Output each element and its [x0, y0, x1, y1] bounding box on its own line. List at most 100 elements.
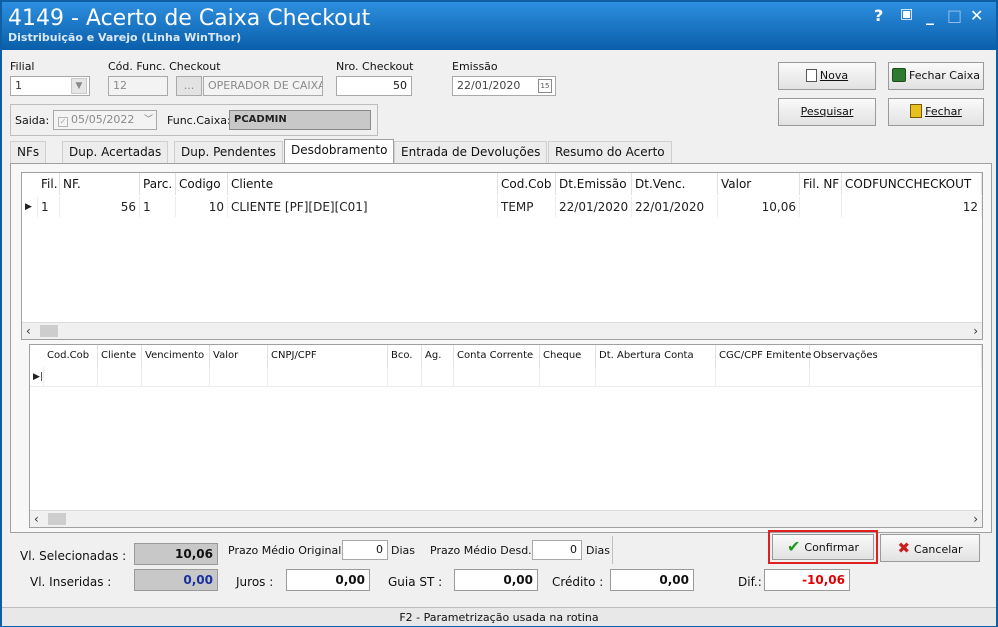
column-header[interactable]: Fil. — [38, 173, 60, 195]
table-cell[interactable] — [596, 367, 716, 387]
fechar-caixa-button[interactable]: Fechar Caixa — [888, 62, 984, 90]
prazo-original-field[interactable]: 0 — [342, 540, 388, 560]
table-cell[interactable] — [540, 367, 596, 387]
help-icon[interactable]: ? — [874, 6, 883, 25]
column-header[interactable]: Vencimento — [142, 345, 210, 367]
tab-nfs[interactable]: NFs — [10, 141, 47, 163]
table-cell[interactable] — [800, 197, 842, 217]
saida-date-field[interactable]: ✓ 05/05/2022 ﹀ — [53, 110, 157, 130]
func-caixa-label: Func.Caixa: — [167, 114, 231, 127]
table-cell[interactable]: 10 — [176, 197, 228, 217]
table-row[interactable]: ▶ 1 56 1 10 CLIENTE [PF][DE][C01] TEMP 2… — [22, 197, 982, 217]
cod-func-field[interactable]: 12 — [108, 76, 168, 96]
column-header[interactable]: Dt.Emissão — [556, 173, 632, 195]
table-cell[interactable] — [142, 367, 210, 387]
vl-inseridas-value: 0,00 — [134, 569, 218, 591]
cancel-x-icon: ✖ — [897, 539, 911, 557]
column-header[interactable]: Dt.Venc. — [632, 173, 718, 195]
column-header[interactable]: Conta Corrente — [454, 345, 540, 367]
minimize-icon[interactable]: _ — [926, 6, 934, 25]
column-header[interactable]: CNPJ/CPF — [268, 345, 388, 367]
table-cell[interactable]: 56 — [60, 197, 140, 217]
column-header[interactable]: Cheque — [540, 345, 596, 367]
close-icon[interactable]: ✕ — [970, 6, 983, 25]
row-pointer-icon: ▶| — [30, 367, 44, 387]
column-header[interactable]: Valor — [210, 345, 268, 367]
table-cell[interactable] — [98, 367, 142, 387]
new-entry-row[interactable]: ▶| — [30, 367, 982, 387]
tab-resumo-acerto[interactable]: Resumo do Acerto — [548, 141, 672, 163]
table-cell[interactable] — [422, 367, 454, 387]
juros-field[interactable]: 0,00 — [286, 569, 370, 591]
column-header[interactable]: Cliente — [228, 173, 498, 195]
table-cell[interactable] — [210, 367, 268, 387]
scroll-right-icon[interactable]: › — [973, 323, 978, 339]
horizontal-scrollbar[interactable]: ‹ › — [30, 510, 982, 527]
table-cell[interactable] — [388, 367, 422, 387]
saida-group: Saida: ✓ 05/05/2022 ﹀ Func.Caixa: PCADMIN — [10, 104, 378, 136]
column-header[interactable]: CODFUNCCHECKOUT — [842, 173, 982, 195]
lookup-button[interactable]: ... — [176, 76, 202, 96]
nro-checkout-field[interactable]: 50 — [336, 76, 412, 96]
credito-field[interactable]: 0,00 — [610, 569, 694, 591]
table-cell[interactable]: 22/01/2020 — [632, 197, 718, 217]
tab-dup-acertadas[interactable]: Dup. Acertadas — [62, 141, 169, 163]
prazo-desd-field[interactable]: 0 — [532, 540, 582, 560]
table-cell[interactable]: TEMP — [498, 197, 556, 217]
column-header[interactable]: Observações — [810, 345, 982, 367]
scroll-right-icon[interactable]: › — [973, 511, 978, 527]
column-header[interactable]: Dt. Abertura Conta — [596, 345, 716, 367]
column-header[interactable]: Valor — [718, 173, 800, 195]
column-header[interactable]: Ag. — [422, 345, 454, 367]
horizontal-scrollbar[interactable]: ‹ › — [22, 322, 982, 339]
prazo-original-unit: Dias — [391, 544, 415, 557]
title-bar[interactable]: 4149 - Acerto de Caixa Checkout Distribu… — [2, 2, 996, 50]
column-header[interactable]: Codigo — [176, 173, 228, 195]
emissao-field[interactable]: 22/01/2020 15 — [452, 76, 556, 96]
column-header[interactable]: Bco. — [388, 345, 422, 367]
table-cell[interactable] — [716, 367, 810, 387]
column-header[interactable]: Fil. NF — [800, 173, 842, 195]
column-header[interactable]: Cod.Cob — [498, 173, 556, 195]
scroll-left-icon[interactable]: ‹ — [34, 511, 39, 527]
restore-icon[interactable]: ▣ — [900, 6, 913, 22]
table-cell[interactable]: 10,06 — [718, 197, 800, 217]
table-cell[interactable]: CLIENTE [PF][DE][C01] — [228, 197, 498, 217]
column-header[interactable]: Parc. — [140, 173, 176, 195]
table-cell[interactable]: 22/01/2020 — [556, 197, 632, 217]
emissao-label: Emissão — [452, 60, 498, 73]
tab-desdobramento[interactable]: Desdobramento — [284, 139, 395, 164]
table-cell[interactable] — [44, 367, 98, 387]
confirmar-button[interactable]: ✔ Confirmar — [772, 534, 874, 560]
chevron-down-icon[interactable]: ﹀ — [144, 111, 153, 129]
column-header[interactable]: Cod.Cob — [44, 345, 98, 367]
maximize-icon[interactable]: □ — [947, 6, 962, 25]
table-cell[interactable] — [454, 367, 540, 387]
table-cell[interactable]: 12 — [842, 197, 982, 217]
titulos-grid[interactable]: Fil. NF. Parc. Codigo Cliente Cod.Cob Dt… — [21, 172, 983, 340]
tab-entrada-devolucoes[interactable]: Entrada de Devoluções — [394, 141, 548, 163]
saida-label: Saida: — [15, 114, 50, 127]
table-cell[interactable] — [268, 367, 388, 387]
checkbox-icon[interactable]: ✓ — [58, 117, 68, 127]
exit-door-icon — [910, 104, 923, 118]
scroll-thumb[interactable] — [40, 325, 58, 337]
pesquisar-button[interactable]: Pesquisar — [778, 98, 876, 126]
chevron-down-icon[interactable]: ▼ — [71, 78, 87, 94]
calendar-icon[interactable]: 15 — [538, 79, 552, 93]
guia-st-field[interactable]: 0,00 — [454, 569, 538, 591]
table-cell[interactable]: 1 — [38, 197, 60, 217]
desdobramento-grid[interactable]: Cod.Cob Cliente Vencimento Valor CNPJ/CP… — [29, 344, 983, 528]
cancelar-button[interactable]: ✖ Cancelar — [880, 534, 980, 562]
column-header[interactable]: Cliente — [98, 345, 142, 367]
scroll-thumb[interactable] — [48, 513, 66, 525]
table-cell[interactable] — [810, 367, 982, 387]
column-header[interactable]: NF. — [60, 173, 140, 195]
column-header[interactable]: CGC/CPF Emitente — [716, 345, 811, 367]
tab-dup-pendentes[interactable]: Dup. Pendentes — [174, 141, 283, 163]
fechar-button[interactable]: Fechar — [888, 98, 984, 126]
table-cell[interactable]: 1 — [140, 197, 176, 217]
scroll-left-icon[interactable]: ‹ — [26, 323, 31, 339]
nova-button[interactable]: Nova — [778, 62, 876, 90]
filial-select[interactable]: 1 ▼ — [10, 76, 90, 96]
